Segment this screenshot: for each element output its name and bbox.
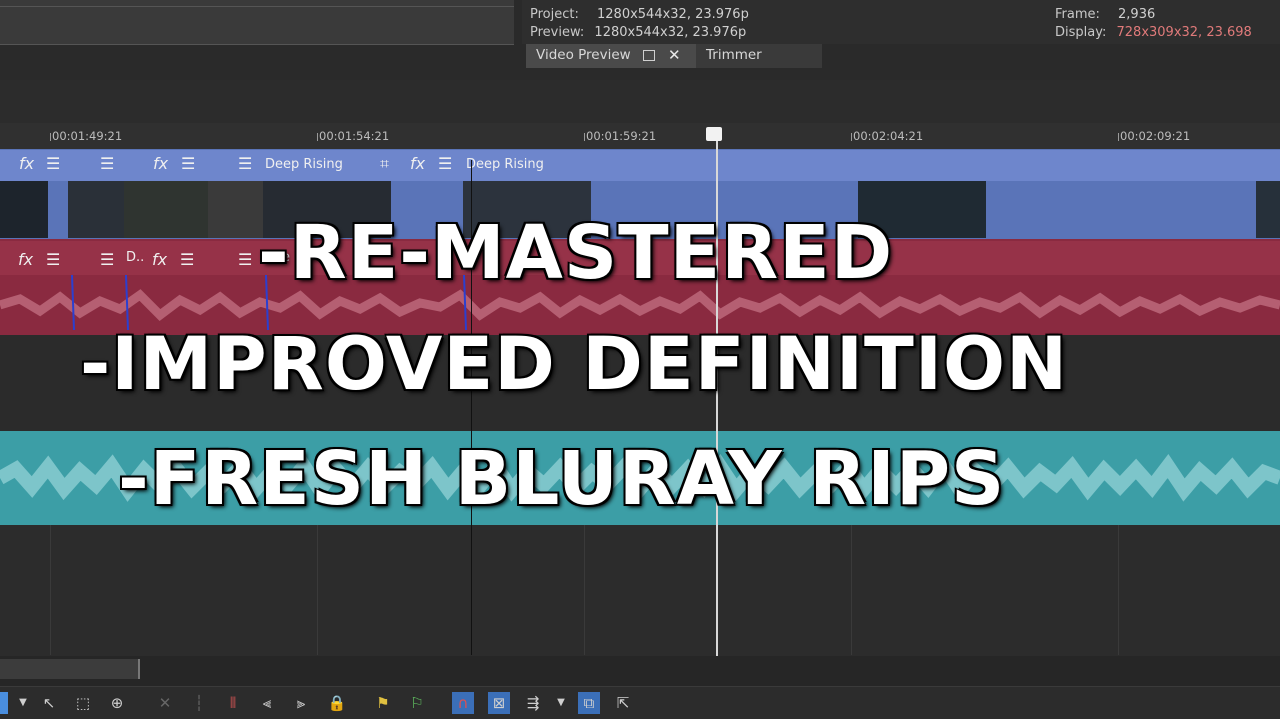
fx-icon[interactable]: fx	[152, 250, 167, 269]
video-thumbnail	[68, 181, 124, 238]
split-icon[interactable]: ⫴	[222, 692, 244, 714]
overlay-line-remastered: -RE-MASTERED	[258, 210, 894, 296]
trim-icon[interactable]: ┆	[188, 692, 210, 714]
maximize-icon[interactable]	[643, 50, 655, 61]
event-fx-icon[interactable]: ⇱	[612, 692, 634, 714]
preview-info: Preview: 1280x544x32, 23.976p	[530, 25, 746, 40]
overlay-line-bluray: -FRESH BLURAY RIPS	[118, 436, 1006, 522]
fx-icon[interactable]: fx	[153, 154, 168, 173]
video-thumbnail	[208, 181, 263, 238]
overlay-line-improved: -IMPROVED DEFINITION	[80, 322, 1069, 407]
preview-value: 1280x544x32, 23.976p	[594, 25, 747, 40]
selection-icon[interactable]: ⬚	[72, 692, 94, 714]
timeline-scrollbar-area	[0, 656, 1280, 684]
menu-icon[interactable]: ☰	[100, 154, 114, 173]
lock-icon[interactable]: 🔒	[326, 692, 348, 714]
cursor-icon[interactable]: ↖	[38, 692, 60, 714]
ruler-label: 00:02:09:21	[1120, 129, 1191, 143]
menu-icon[interactable]: ☰	[46, 154, 60, 173]
magnet-icon[interactable]: ∩	[452, 692, 474, 714]
fx-icon[interactable]: fx	[18, 250, 33, 269]
video-thumbnail	[1256, 181, 1280, 238]
playhead-marker[interactable]	[706, 127, 722, 141]
crop-icon[interactable]: ⌗	[380, 154, 389, 174]
project-info: Project: 1280x544x32, 23.976p	[530, 7, 749, 22]
ruler-label: 00:01:59:21	[586, 129, 657, 143]
zoom-icon[interactable]: ⊕	[106, 692, 128, 714]
ruler-tick	[50, 133, 51, 141]
tab-trimmer[interactable]: Trimmer	[706, 47, 762, 63]
trim-start-icon[interactable]: ⫷	[256, 692, 278, 714]
timeline-scrollbar[interactable]	[0, 659, 140, 679]
close-icon[interactable]: ✕	[668, 46, 681, 64]
project-value: 1280x544x32, 23.976p	[597, 7, 749, 22]
marker-icon[interactable]: ⚑	[372, 692, 394, 714]
display-value: 728x309x32, 23.698	[1116, 25, 1252, 40]
chevron-down-icon[interactable]: ▼	[12, 692, 34, 714]
delete-icon[interactable]: ✕	[154, 692, 176, 714]
ruler-tick	[317, 133, 318, 141]
frame-value: 2,936	[1118, 7, 1156, 22]
ruler-label: 00:02:04:21	[853, 129, 924, 143]
ruler-tick	[584, 133, 585, 141]
fx-icon[interactable]: fx	[410, 154, 425, 173]
menu-icon[interactable]: ☰	[100, 250, 114, 269]
menu-icon[interactable]: ☰	[46, 250, 60, 269]
ruler-tick	[851, 133, 852, 141]
fx-icon[interactable]: fx	[19, 154, 34, 173]
panel-divider	[0, 6, 514, 7]
frame-info: Frame: 2,936	[1055, 7, 1155, 22]
menu-icon[interactable]: ☰	[238, 154, 252, 173]
preview-label: Preview:	[530, 25, 585, 40]
menu-icon[interactable]: ☰	[180, 250, 194, 269]
trim-end-icon[interactable]: ⫸	[290, 692, 312, 714]
video-clip-name: Deep Rising	[466, 157, 544, 172]
menu-icon[interactable]: ☰	[181, 154, 195, 173]
ruler-tick	[1118, 133, 1119, 141]
ripple-icon[interactable]: ⇶	[522, 692, 544, 714]
audio-clip-name: D..	[126, 250, 145, 265]
ruler-label: 00:01:49:21	[52, 129, 123, 143]
display-label: Display:	[1055, 25, 1107, 40]
menu-icon[interactable]: ☰	[438, 154, 452, 173]
normal-edit-tool[interactable]	[0, 692, 8, 714]
video-thumbnail	[0, 181, 48, 238]
group-icon[interactable]: ⧉	[578, 692, 600, 714]
menu-icon[interactable]: ☰	[238, 250, 252, 269]
chevron-down-icon[interactable]: ▼	[550, 692, 572, 714]
tab-video-preview-label: Video Preview	[536, 47, 631, 63]
auto-crossfade-icon[interactable]: ⊠	[488, 692, 510, 714]
video-thumbnail	[124, 181, 208, 238]
frame-label: Frame:	[1055, 7, 1100, 22]
ruler-label: 00:01:54:21	[319, 129, 390, 143]
project-label: Project:	[530, 7, 579, 22]
region-icon[interactable]: ⚐	[406, 692, 428, 714]
video-clip-name: Deep Rising	[265, 157, 343, 172]
display-info: Display: 728x309x32, 23.698	[1055, 25, 1252, 40]
